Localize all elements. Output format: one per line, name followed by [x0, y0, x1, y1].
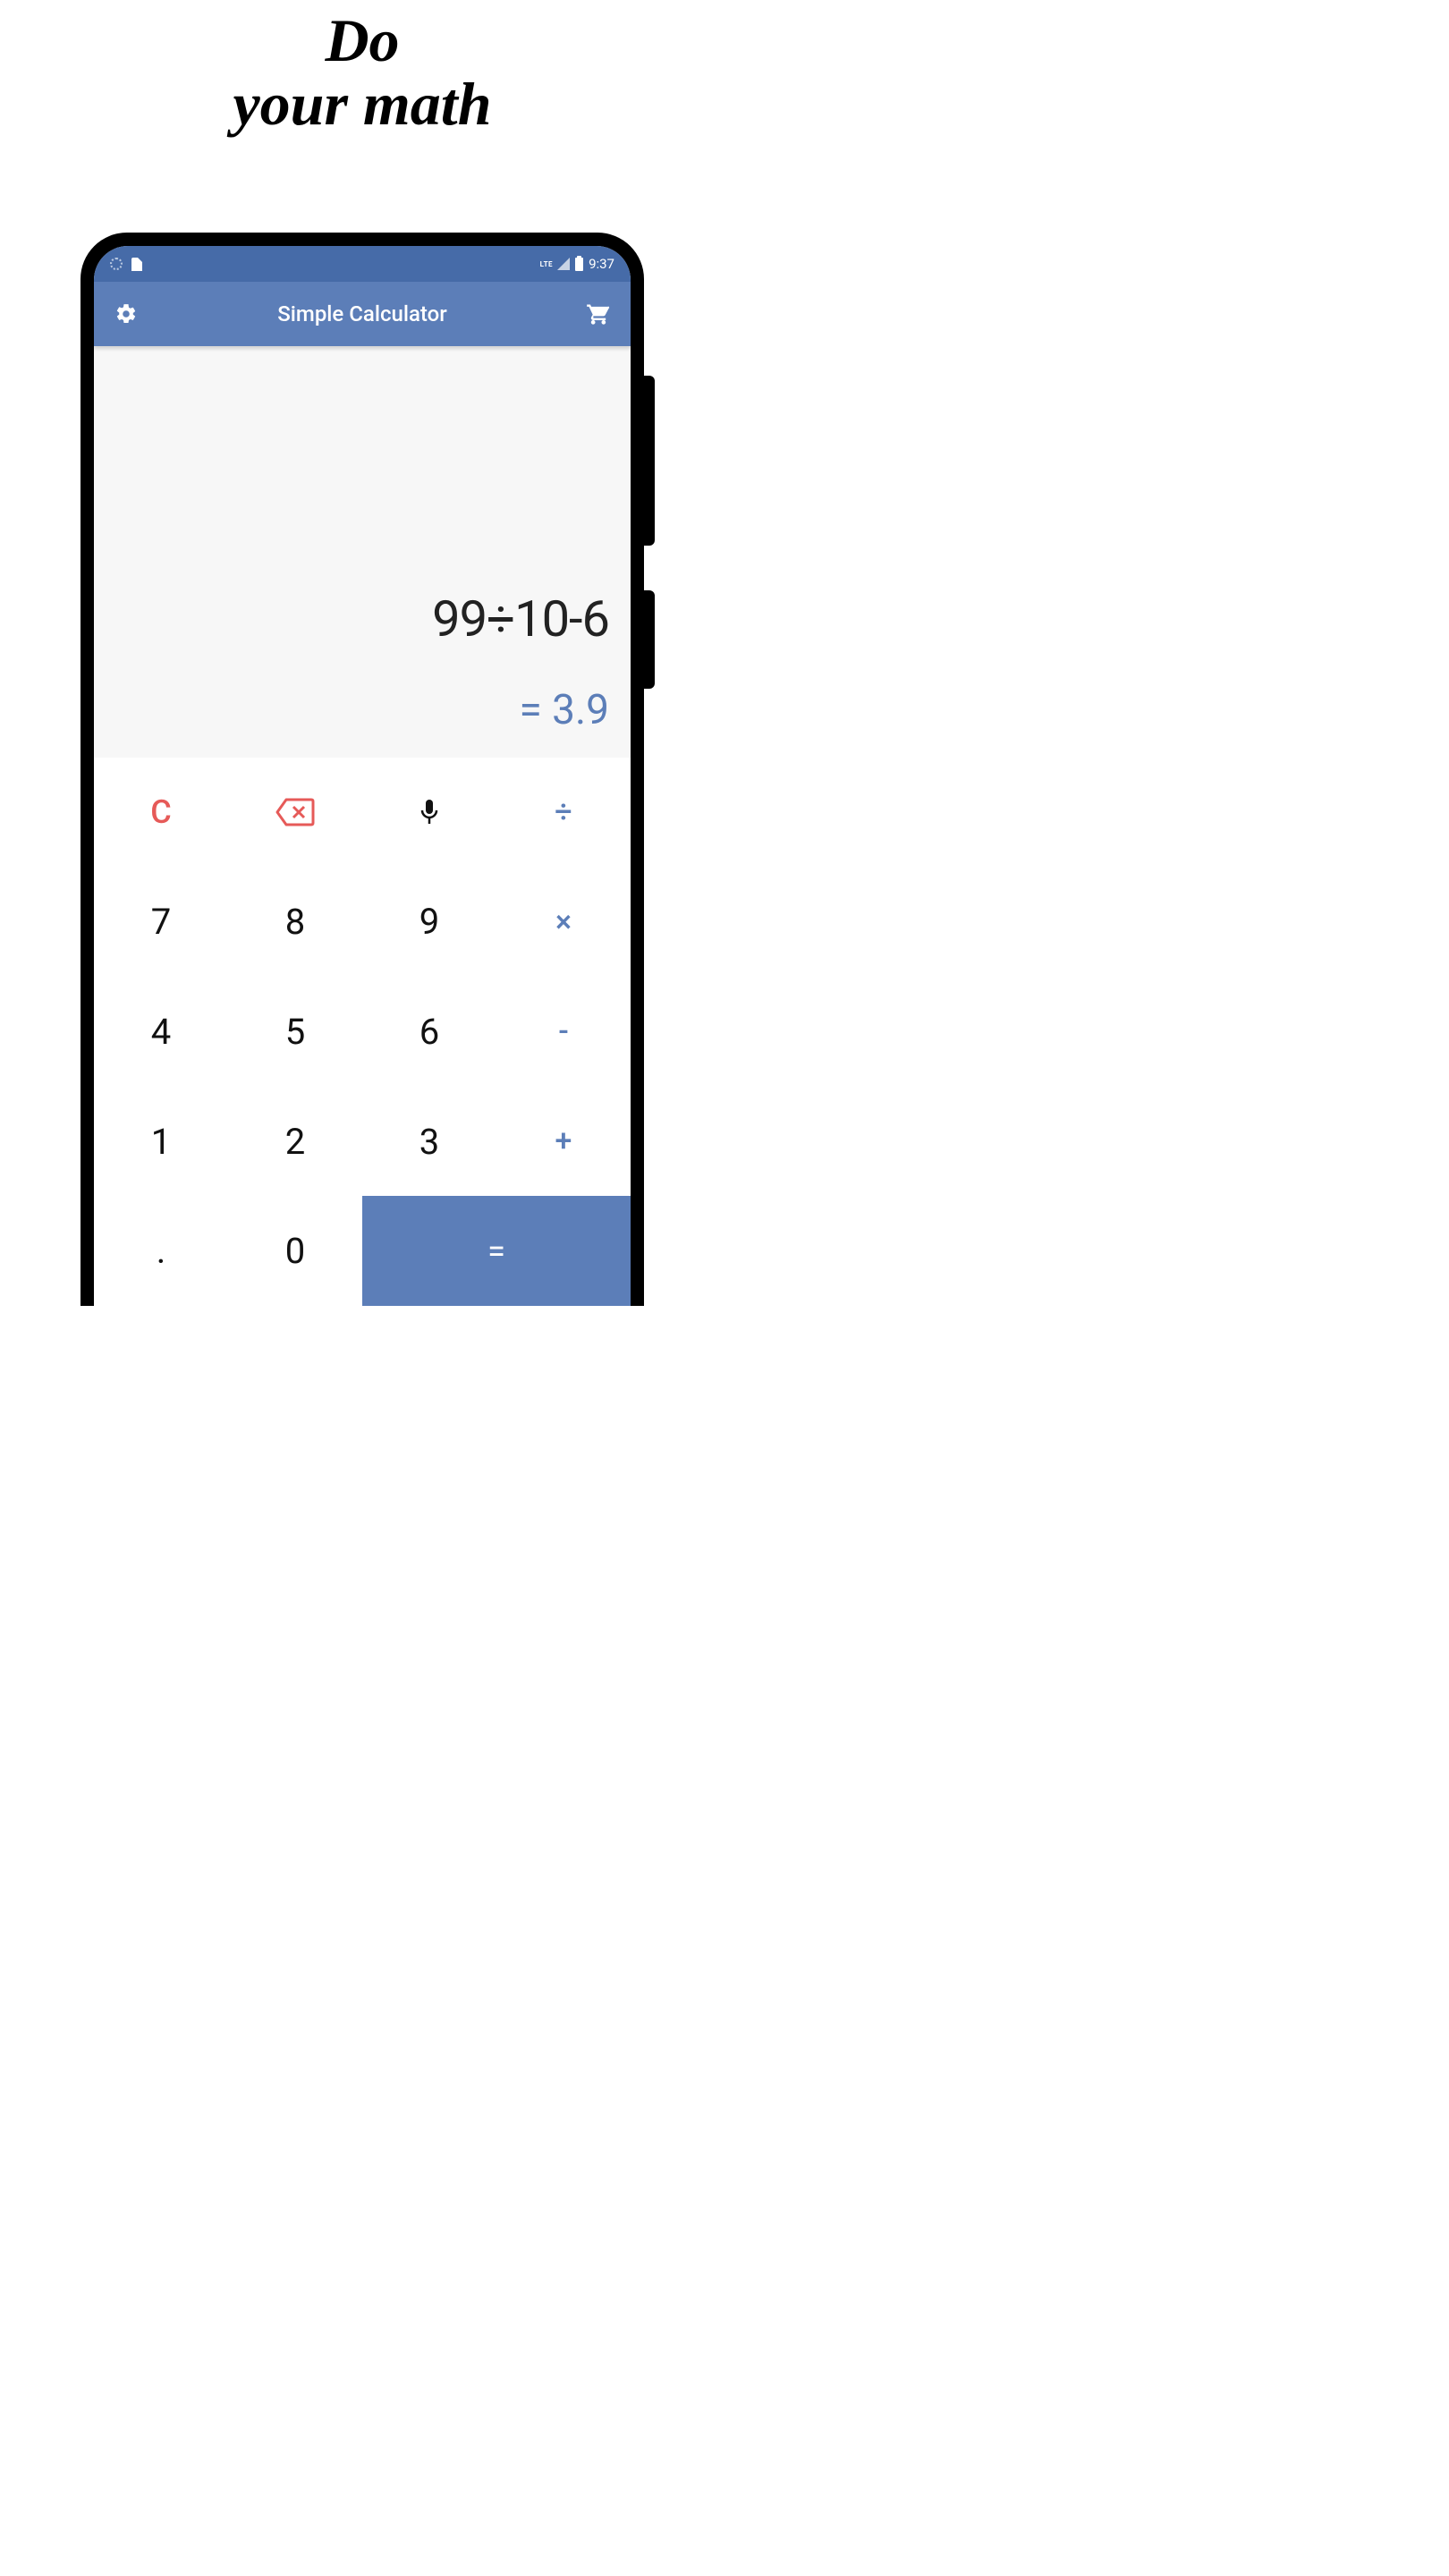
key-5[interactable]: 5	[228, 977, 362, 1087]
phone-side-button-2	[644, 590, 655, 689]
cart-icon	[586, 301, 611, 326]
app-bar: Simple Calculator	[94, 282, 631, 346]
equals-button[interactable]: =	[362, 1196, 631, 1306]
key-0[interactable]: 0	[228, 1196, 362, 1306]
clock: 9:37	[589, 256, 614, 272]
network-label: LTE	[540, 260, 553, 268]
app-title: Simple Calculator	[142, 301, 582, 326]
headline-line-1: Do	[0, 9, 724, 72]
status-right: LTE 9:37	[540, 256, 614, 272]
decimal-button[interactable]: .	[94, 1196, 228, 1306]
cart-button[interactable]	[582, 298, 614, 330]
headline-line-2: your math	[0, 72, 724, 136]
key-6[interactable]: 6	[362, 977, 496, 1087]
key-9[interactable]: 9	[362, 868, 496, 978]
status-bar: LTE 9:37	[94, 246, 631, 282]
phone-frame: LTE 9:37 Simple Calculator 99÷10-6	[80, 233, 644, 1306]
battery-icon	[575, 258, 583, 271]
gear-icon	[114, 302, 138, 326]
key-4[interactable]: 4	[94, 977, 228, 1087]
settings-button[interactable]	[110, 298, 142, 330]
signal-icon	[557, 258, 570, 270]
phone-screen: LTE 9:37 Simple Calculator 99÷10-6	[94, 246, 631, 1306]
promo-headline: Do your math	[0, 9, 724, 137]
keypad: C ÷ 7 8 9 × 4 5 6	[94, 758, 631, 1306]
loading-icon	[110, 258, 123, 270]
status-left	[110, 258, 540, 271]
expression-text: 99÷10-6	[432, 589, 609, 648]
key-8[interactable]: 8	[228, 868, 362, 978]
backspace-button[interactable]	[228, 758, 362, 868]
multiply-button[interactable]: ×	[496, 868, 631, 978]
divide-button[interactable]: ÷	[496, 758, 631, 868]
phone-side-button-1	[644, 376, 655, 546]
plus-button[interactable]: +	[496, 1087, 631, 1197]
key-3[interactable]: 3	[362, 1087, 496, 1197]
key-2[interactable]: 2	[228, 1087, 362, 1197]
result-text: = 3.9	[520, 686, 610, 734]
backspace-icon	[275, 797, 315, 827]
voice-input-button[interactable]	[362, 758, 496, 868]
key-7[interactable]: 7	[94, 868, 228, 978]
sd-card-icon	[131, 258, 142, 271]
minus-button[interactable]: -	[496, 977, 631, 1087]
microphone-icon	[419, 798, 440, 826]
key-1[interactable]: 1	[94, 1087, 228, 1197]
calculator-display: 99÷10-6 = 3.9	[94, 346, 631, 758]
clear-button[interactable]: C	[94, 758, 228, 868]
